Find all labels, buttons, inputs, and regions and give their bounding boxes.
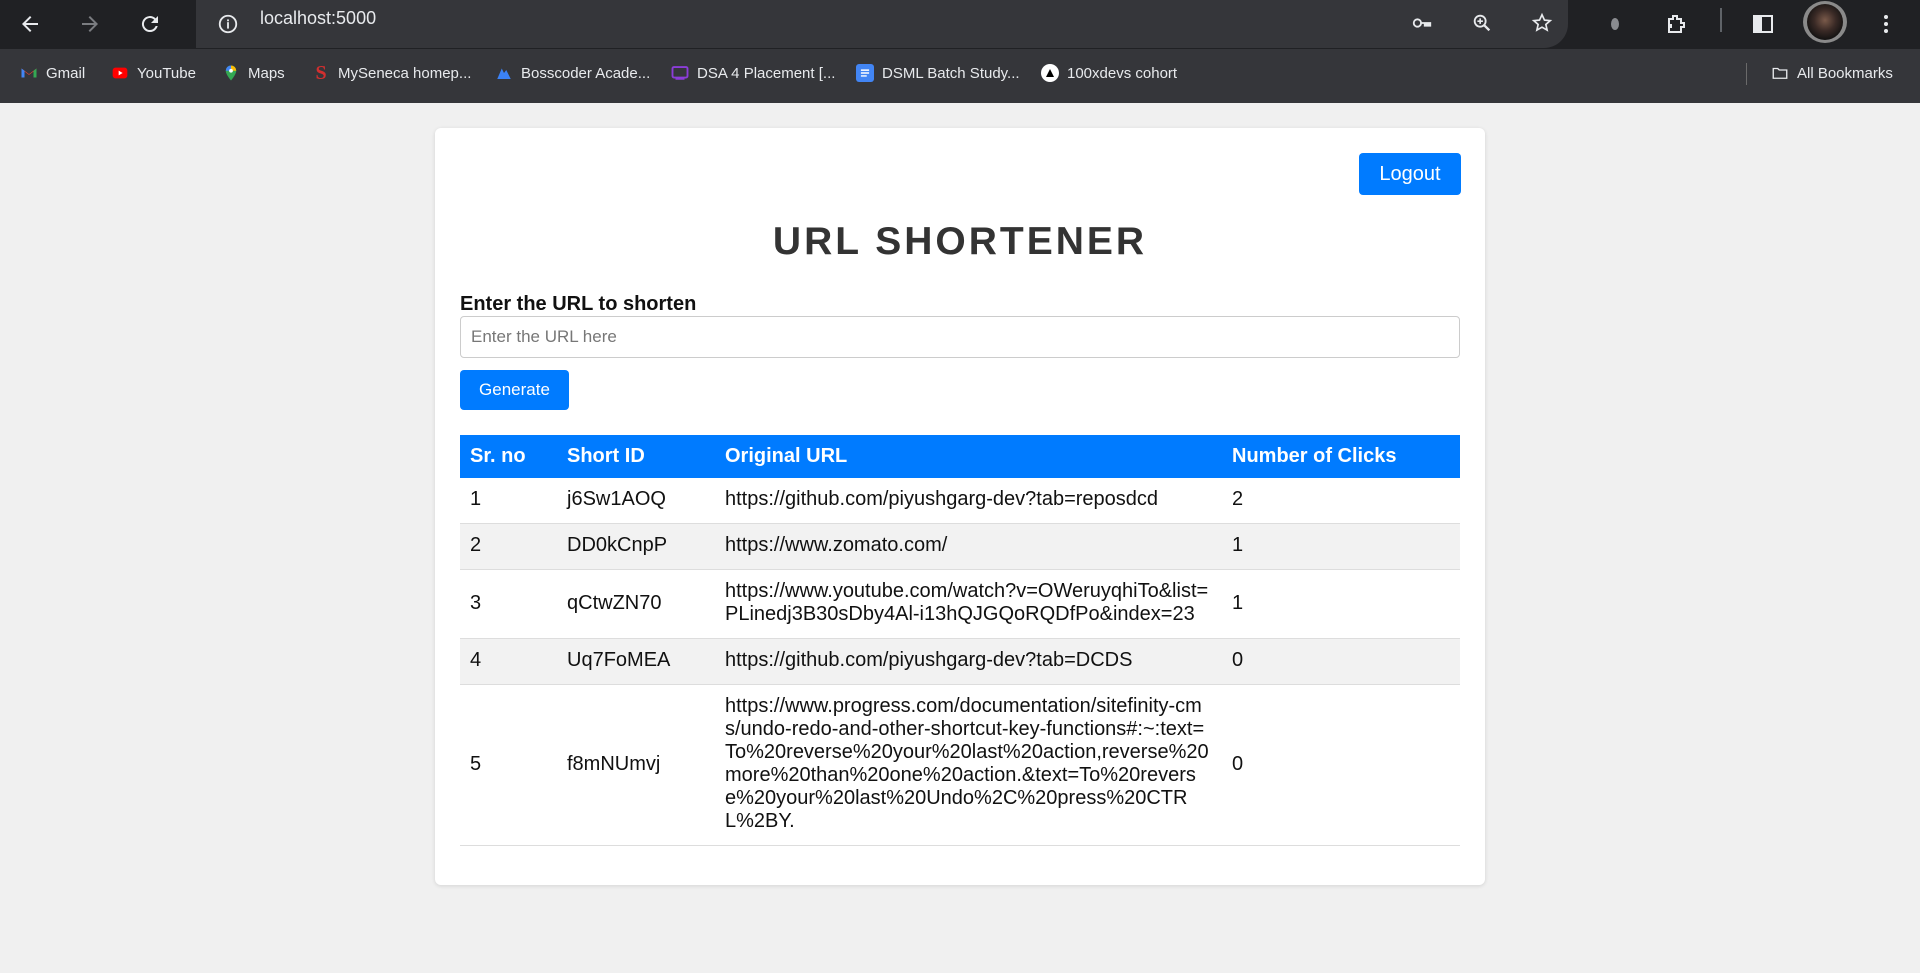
table-row: 5 f8mNUmvj https://www.progress.com/docu… (460, 684, 1460, 846)
browser-toolbar: localhost:5000 (0, 0, 1920, 49)
folder-icon (1771, 64, 1789, 82)
cell-original-url: https://github.com/piyushgarg-dev?tab=DC… (715, 638, 1222, 685)
zoom-icon[interactable] (1466, 7, 1498, 39)
cell-short-id: j6Sw1AOQ (557, 478, 715, 524)
cell-sr-no: 1 (460, 478, 557, 524)
urls-table: Sr. no Short ID Original URL Number of C… (460, 435, 1460, 846)
cell-short-id: f8mNUmvj (557, 684, 715, 846)
side-panel-icon[interactable] (1743, 4, 1783, 44)
bookmark-myseneca[interactable]: S MySeneca homep... (312, 59, 471, 87)
cell-clicks: 0 (1222, 638, 1460, 685)
header-sr-no: Sr. no (460, 435, 557, 478)
cell-sr-no: 3 (460, 569, 557, 639)
100xdevs-icon (1041, 64, 1059, 82)
url-input[interactable] (460, 316, 1460, 358)
bookmark-star-icon[interactable] (1526, 7, 1558, 39)
bookmark-youtube[interactable]: YouTube (111, 59, 196, 87)
menu-icon[interactable] (1866, 4, 1906, 44)
gmail-icon (20, 64, 38, 82)
bookmark-dsml[interactable]: DSML Batch Study... (856, 59, 1020, 87)
cell-sr-no: 2 (460, 523, 557, 570)
bookmark-bosscoder[interactable]: Bosscoder Acade... (495, 59, 650, 87)
logout-button[interactable]: Logout (1359, 153, 1461, 195)
cell-clicks: 1 (1222, 523, 1460, 570)
address-url[interactable]: localhost:5000 (260, 0, 376, 37)
reload-icon[interactable] (132, 6, 168, 42)
seneca-icon: S (315, 61, 327, 84)
cell-clicks: 1 (1222, 569, 1460, 639)
back-icon[interactable] (12, 6, 48, 42)
bookmark-dsa[interactable]: DSA 4 Placement [... (671, 59, 835, 87)
cell-short-id: qCtwZN70 (557, 569, 715, 639)
dsa-icon (671, 64, 689, 82)
header-original-url: Original URL (715, 435, 1222, 478)
table-row: 3 qCtwZN70 https://www.youtube.com/watch… (460, 569, 1460, 639)
cell-original-url: https://www.progress.com/documentation/s… (715, 684, 1222, 846)
bosscoder-icon (495, 64, 513, 82)
cell-original-url: https://www.youtube.com/watch?v=OWeruyqh… (715, 569, 1222, 639)
address-bar[interactable]: localhost:5000 (196, 0, 1568, 48)
main-card: Logout URL SHORTENER Enter the URL to sh… (435, 128, 1485, 885)
cell-sr-no: 5 (460, 684, 557, 846)
url-input-label: Enter the URL to shorten (460, 293, 697, 315)
extensions-icon[interactable] (1656, 4, 1696, 44)
cell-short-id: DD0kCnpP (557, 523, 715, 570)
cell-sr-no: 4 (460, 638, 557, 685)
bookmarks-divider (1746, 63, 1747, 85)
table-header-row: Sr. no Short ID Original URL Number of C… (460, 435, 1460, 478)
all-bookmarks[interactable]: All Bookmarks (1771, 59, 1893, 87)
toolbar-divider (1720, 8, 1722, 32)
site-info-icon[interactable] (212, 8, 244, 40)
table-row: 4 Uq7FoMEA https://github.com/piyushgarg… (460, 638, 1460, 685)
table-row: 1 j6Sw1AOQ https://github.com/piyushgarg… (460, 478, 1460, 524)
header-short-id: Short ID (557, 435, 715, 478)
cell-original-url: https://github.com/piyushgarg-dev?tab=re… (715, 478, 1222, 524)
bookmark-gmail[interactable]: Gmail (20, 59, 85, 87)
extension-pin-icon[interactable] (1595, 4, 1635, 44)
bookmark-100xdevs[interactable]: 100xdevs cohort (1041, 59, 1177, 87)
cell-clicks: 0 (1222, 684, 1460, 846)
docs-icon (856, 64, 874, 82)
maps-icon (222, 64, 240, 82)
generate-button[interactable]: Generate (460, 370, 569, 410)
profile-avatar[interactable] (1803, 1, 1847, 43)
table-row: 2 DD0kCnpP https://www.zomato.com/ 1 (460, 523, 1460, 570)
header-clicks: Number of Clicks (1222, 435, 1460, 478)
bookmark-maps[interactable]: Maps (222, 59, 285, 87)
cell-original-url: https://www.zomato.com/ (715, 523, 1222, 570)
cell-short-id: Uq7FoMEA (557, 638, 715, 685)
youtube-icon (111, 64, 129, 82)
forward-icon[interactable] (72, 6, 108, 42)
page-title: URL SHORTENER (772, 220, 1148, 263)
bookmarks-bar: Gmail YouTube Maps S MySeneca homep... B… (0, 49, 1920, 103)
key-icon[interactable] (1406, 7, 1438, 39)
cell-clicks: 2 (1222, 478, 1460, 524)
